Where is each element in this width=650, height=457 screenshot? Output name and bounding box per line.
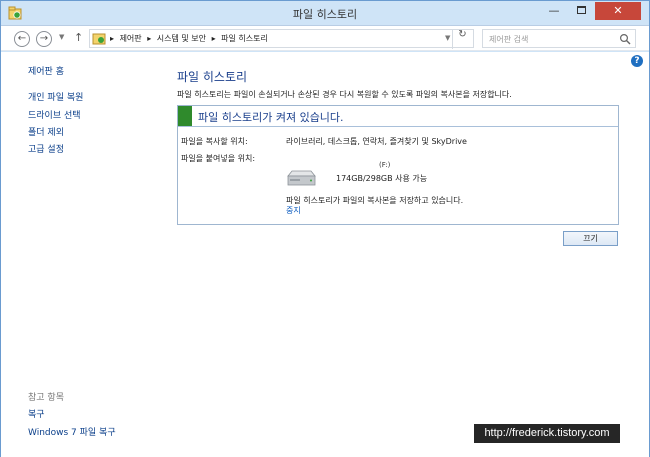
minimize-button[interactable]: — — [541, 2, 567, 20]
status-indicator — [178, 106, 192, 126]
back-arrow-icon: ← — [17, 33, 27, 44]
breadcrumb-separator: ▸ — [211, 34, 216, 43]
address-dropdown[interactable]: ▼ — [445, 34, 450, 42]
recent-locations-dropdown[interactable]: ▼ — [59, 33, 64, 41]
up-button[interactable]: ↑ — [74, 31, 83, 44]
sidebar-item-restore-personal-files[interactable]: 개인 파일 복원 — [28, 90, 83, 103]
stop-link[interactable]: 중지 — [286, 205, 301, 216]
forward-button[interactable]: → — [36, 31, 52, 47]
back-button[interactable]: ← — [14, 31, 30, 47]
breadcrumb-list: ▸ 제어판 ▸ 시스템 및 보안 ▸ 파일 히스토리 — [110, 33, 271, 44]
close-button[interactable]: ✕ — [595, 2, 641, 20]
sidebar-item-control-panel-home[interactable]: 제어판 홈 — [28, 64, 64, 77]
help-icon[interactable]: ? — [631, 55, 643, 67]
address-bar: ← → ▼ ↑ ▸ 제어판 ▸ 시스템 및 보안 ▸ 파일 히스토리 ▼ ↻ 제… — [1, 25, 649, 51]
refresh-button[interactable]: ↻ — [452, 30, 472, 49]
page-description: 파일 히스토리는 파일이 손실되거나 손상된 경우 다시 복원할 수 있도록 파… — [177, 90, 512, 99]
forward-arrow-icon: → — [39, 33, 49, 44]
sidebar-item-advanced-settings[interactable]: 고급 설정 — [28, 142, 64, 155]
saving-status-text: 파일 히스토리가 파일의 복사본을 저장하고 있습니다. — [286, 196, 464, 205]
drive-space: 174GB/298GB 사용 가능 — [336, 174, 428, 183]
status-text: 파일 히스토리가 켜져 있습니다. — [198, 111, 344, 124]
breadcrumb-separator: ▸ — [110, 34, 115, 43]
breadcrumb[interactable]: ▸ 제어판 ▸ 시스템 및 보안 ▸ 파일 히스토리 ▼ — [89, 29, 474, 48]
search-icon — [619, 33, 631, 45]
hard-drive-icon — [287, 170, 316, 186]
status-panel: 파일 히스토리가 켜져 있습니다. 파일을 복사할 위치: 라이브러리, 데스크… — [177, 105, 619, 225]
breadcrumb-separator: ▸ — [147, 34, 152, 43]
copy-to-label: 파일을 붙여넣을 위치: — [181, 154, 256, 163]
breadcrumb-item[interactable]: 파일 히스토리 — [221, 34, 268, 43]
refresh-icon: ↻ — [458, 29, 467, 40]
sidebar-item-recovery[interactable]: 복구 — [28, 407, 45, 420]
breadcrumb-item[interactable]: 제어판 — [120, 34, 142, 43]
file-history-window: 파일 히스토리 — ✕ ← → ▼ ↑ ▸ 제어판 ▸ 시스템 및 보안 ▸ 파… — [0, 0, 650, 457]
sidebar-item-exclude-folders[interactable]: 폴더 제외 — [28, 125, 64, 138]
sidebar-item-windows7-file-recovery[interactable]: Windows 7 파일 복구 — [28, 425, 116, 438]
search-placeholder: 제어판 검색 — [489, 35, 529, 44]
sidebar-item-select-drive[interactable]: 드라이브 선택 — [28, 108, 81, 121]
title-bar: 파일 히스토리 — ✕ — [1, 1, 649, 25]
turn-off-button[interactable]: 끄기 — [563, 231, 618, 246]
search-field[interactable]: 제어판 검색 — [482, 29, 636, 48]
maximize-button[interactable] — [568, 2, 594, 20]
copy-from-value: 라이브러리, 데스크톱, 연락처, 즐겨찾기 및 SkyDrive — [286, 137, 467, 146]
page-title: 파일 히스토리 — [177, 70, 248, 84]
status-header: 파일 히스토리가 켜져 있습니다. — [178, 106, 618, 127]
copy-from-label: 파일을 복사할 위치: — [181, 137, 248, 146]
drive-name: (F:) — [379, 161, 391, 169]
see-also-heading: 참고 항목 — [28, 393, 64, 403]
maximize-icon — [576, 6, 586, 14]
watermark-text: http://frederick.tistory.com — [474, 424, 620, 443]
breadcrumb-item[interactable]: 시스템 및 보안 — [157, 34, 206, 43]
control-panel-icon — [92, 33, 106, 45]
content-area: ? 제어판 홈 개인 파일 복원 드라이브 선택 폴더 제외 고급 설정 참고 … — [1, 52, 649, 457]
